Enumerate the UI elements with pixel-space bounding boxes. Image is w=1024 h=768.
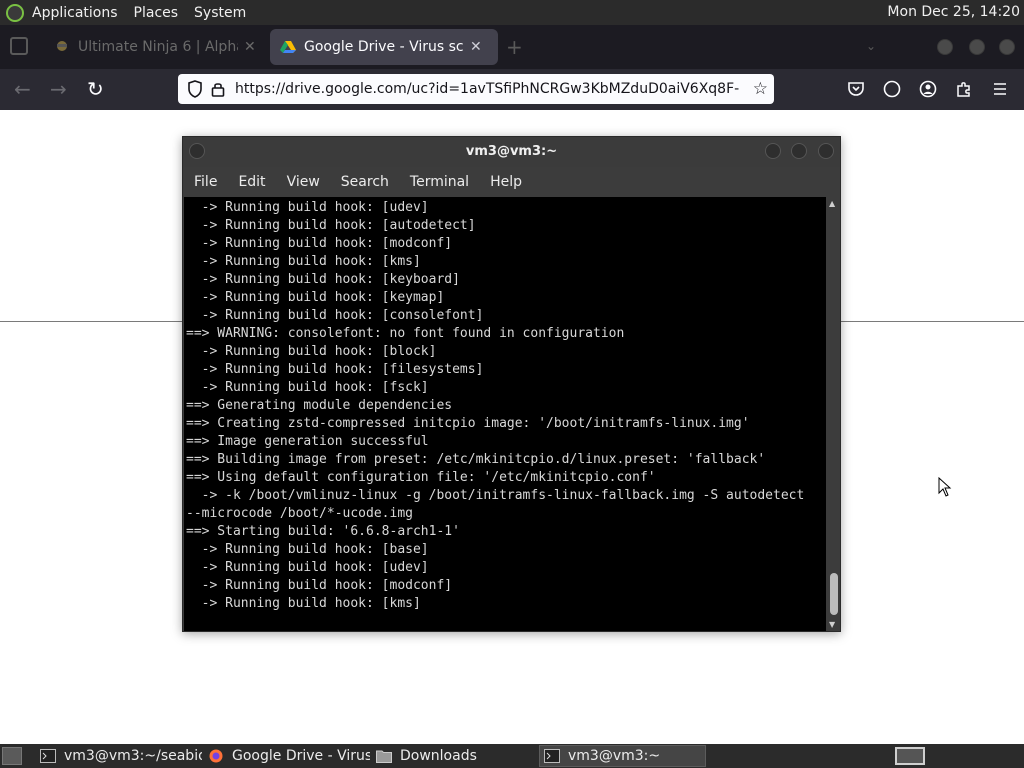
minimize-icon[interactable]	[765, 143, 781, 159]
navigation-toolbar: ← → ↻ https://drive.google.com/uc?id=1av…	[0, 69, 1024, 110]
terminal-menubar: File Edit View Search Terminal Help	[183, 167, 840, 197]
workspace-switcher[interactable]	[895, 747, 925, 765]
task-label: vm3@vm3:~/seabio...	[64, 748, 202, 764]
terminal-line: -> Running build hook: [udev]	[186, 560, 429, 575]
browser-tab-bar: Ultimate Ninja 6 | Alpha ✕ Google Drive …	[0, 25, 1024, 69]
pocket-icon[interactable]	[847, 80, 865, 98]
scroll-down-icon[interactable]: ▼	[829, 620, 835, 629]
bottom-taskbar: vm3@vm3:~/seabio... Google Drive - Virus…	[0, 744, 1024, 768]
task-label: vm3@vm3:~	[568, 748, 661, 764]
terminal-line: -> -k /boot/vmlinuz-linux -g /boot/initr…	[186, 488, 805, 503]
terminal-line: --microcode /boot/*-ucode.img	[186, 506, 413, 521]
show-desktop-icon[interactable]	[2, 747, 22, 765]
task-downloads[interactable]: Downloads	[372, 745, 538, 767]
tab-title: Google Drive - Virus scan w	[304, 39, 464, 55]
hamburger-menu-icon[interactable]	[991, 80, 1009, 98]
menu-edit[interactable]: Edit	[238, 174, 265, 190]
terminal-line: -> Running build hook: [modconf]	[186, 236, 453, 251]
google-drive-icon	[280, 41, 296, 53]
back-icon[interactable]: ←	[14, 77, 31, 101]
terminal-line: ==> Image generation successful	[186, 434, 429, 449]
firefox-icon	[209, 749, 223, 763]
terminal-line: -> Running build hook: [modconf]	[186, 578, 453, 593]
lock-icon[interactable]	[211, 81, 225, 97]
tab-list-icon[interactable]	[10, 37, 28, 55]
mouse-pointer-icon	[938, 477, 952, 497]
terminal-line: -> Running build hook: [kms]	[186, 596, 421, 611]
terminal-line: -> Running build hook: [kms]	[186, 254, 421, 269]
new-tab-icon[interactable]: +	[506, 35, 523, 59]
top-panel: Applications Places System Mon Dec 25, 1…	[0, 0, 1024, 25]
terminal-line: -> Running build hook: [keyboard]	[186, 272, 460, 287]
terminal-line: ==> Using default configuration file: '/…	[186, 470, 656, 485]
terminal-line: -> Running build hook: [autodetect]	[186, 218, 476, 233]
menu-file[interactable]: File	[194, 174, 217, 190]
menu-help[interactable]: Help	[490, 174, 522, 190]
terminal-scrollbar[interactable]: ▲ ▼	[827, 197, 840, 631]
maximize-icon[interactable]	[791, 143, 807, 159]
close-icon[interactable]	[818, 143, 834, 159]
terminal-line: ==> Starting build: '6.6.8-arch1-1'	[186, 524, 460, 539]
terminal-line: ==> WARNING: consolefont: no font found …	[186, 326, 625, 341]
tab-google-drive[interactable]: Google Drive - Virus scan w ✕	[270, 29, 498, 65]
bookmark-star-icon[interactable]: ☆	[753, 79, 768, 99]
forward-icon[interactable]: →	[50, 77, 67, 101]
menu-search[interactable]: Search	[341, 174, 389, 190]
chevron-down-icon[interactable]: ⌄	[866, 39, 876, 53]
terminal-line: ==> Generating module dependencies	[186, 398, 453, 413]
menu-terminal[interactable]: Terminal	[410, 174, 469, 190]
close-icon[interactable]: ✕	[244, 39, 256, 55]
task-terminal-seabios[interactable]: vm3@vm3:~/seabio...	[36, 745, 202, 767]
folder-icon	[376, 750, 392, 763]
scroll-up-icon[interactable]: ▲	[829, 199, 835, 208]
applications-menu[interactable]: Applications	[32, 5, 118, 21]
terminal-line: ==> Building image from preset: /etc/mki…	[186, 452, 766, 467]
clock[interactable]: Mon Dec 25, 14:20	[887, 4, 1020, 20]
task-terminal-active[interactable]: vm3@vm3:~	[539, 745, 706, 767]
distro-logo-icon[interactable]	[6, 3, 24, 22]
account-icon[interactable]	[919, 80, 937, 98]
terminal-line: -> Running build hook: [fsck]	[186, 380, 429, 395]
sync-circle-icon[interactable]	[883, 80, 901, 98]
scrollbar-thumb[interactable]	[830, 573, 838, 615]
terminal-line: -> Running build hook: [keymap]	[186, 290, 445, 305]
reload-icon[interactable]: ↻	[87, 77, 104, 101]
places-menu[interactable]: Places	[134, 5, 179, 21]
shield-icon[interactable]	[187, 80, 203, 98]
ninja-favicon-icon	[57, 41, 67, 51]
task-label: Downloads	[400, 748, 477, 764]
terminal-line: -> Running build hook: [base]	[186, 542, 429, 557]
terminal-icon	[544, 749, 560, 763]
terminal-line: -> Running build hook: [filesystems]	[186, 362, 484, 377]
minimize-icon[interactable]	[937, 39, 953, 55]
terminal-icon	[40, 749, 56, 763]
terminal-line: -> Running build hook: [block]	[186, 344, 437, 359]
terminal-line: ==> Creating zstd-compressed initcpio im…	[186, 416, 750, 431]
url-text[interactable]: https://drive.google.com/uc?id=1avTSfiPh…	[235, 81, 739, 97]
tab-title: Ultimate Ninja 6 | Alpha	[78, 39, 238, 55]
task-label: Google Drive - Virus...	[232, 748, 370, 764]
maximize-icon[interactable]	[969, 39, 985, 55]
system-menu[interactable]: System	[194, 5, 246, 21]
terminal-output[interactable]: -> Running build hook: [udev] -> Running…	[184, 197, 826, 631]
terminal-title: vm3@vm3:~	[465, 144, 558, 159]
terminal-line: -> Running build hook: [udev]	[186, 200, 429, 215]
task-firefox[interactable]: Google Drive - Virus...	[204, 745, 370, 767]
close-icon[interactable]: ✕	[470, 39, 482, 55]
terminal-titlebar[interactable]: vm3@vm3:~	[183, 137, 840, 167]
tab-ultimate-ninja[interactable]: Ultimate Ninja 6 | Alpha ✕	[44, 29, 266, 65]
menu-view[interactable]: View	[287, 174, 320, 190]
close-window-icon[interactable]	[999, 39, 1015, 55]
extensions-icon[interactable]	[955, 80, 973, 98]
url-bar[interactable]: https://drive.google.com/uc?id=1avTSfiPh…	[178, 74, 774, 104]
terminal-window[interactable]: vm3@vm3:~ File Edit View Search Terminal…	[182, 136, 841, 632]
terminal-line: -> Running build hook: [consolefont]	[186, 308, 484, 323]
